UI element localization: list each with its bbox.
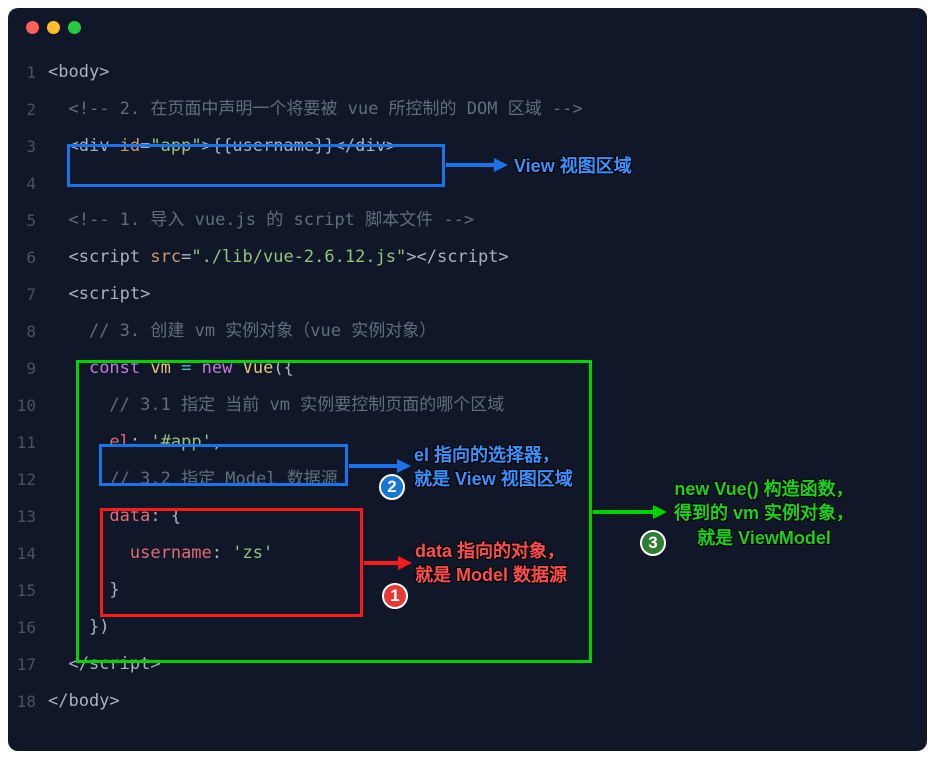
code-line: 6 <script src="./lib/vue-2.6.12.js"></sc… bbox=[8, 239, 927, 276]
line-number: 16 bbox=[8, 609, 48, 646]
code-line: 18 </body> bbox=[8, 683, 927, 720]
comment: <!-- 2. 在页面中声明一个将要被 vue 所控制的 DOM 区域 --> bbox=[68, 99, 582, 119]
line-number: 8 bbox=[8, 313, 48, 350]
line-number: 6 bbox=[8, 239, 48, 276]
code-line: 2 <!-- 2. 在页面中声明一个将要被 vue 所控制的 DOM 区域 --… bbox=[8, 91, 927, 128]
comment: // 3.1 指定 当前 vm 实例要控制页面的哪个区域 bbox=[109, 395, 504, 415]
code-line: 5 <!-- 1. 导入 vue.js 的 script 脚本文件 --> bbox=[8, 202, 927, 239]
line-number: 3 bbox=[8, 128, 48, 165]
line-number: 15 bbox=[8, 572, 48, 609]
badge-three: 3 bbox=[640, 530, 666, 556]
code-line: 7 <script> bbox=[8, 276, 927, 313]
line-number: 18 bbox=[8, 683, 48, 720]
line-number: 9 bbox=[8, 350, 48, 387]
zoom-icon[interactable] bbox=[68, 21, 81, 34]
line-number: 5 bbox=[8, 202, 48, 239]
code-line: 3 <div id="app">{{username}}</div> bbox=[8, 128, 927, 165]
line-number: 11 bbox=[8, 424, 48, 461]
badge-one: 1 bbox=[382, 583, 408, 609]
line-number: 4 bbox=[8, 165, 48, 202]
line-number: 10 bbox=[8, 387, 48, 424]
code-line: 10 // 3.1 指定 当前 vm 实例要控制页面的哪个区域 bbox=[8, 387, 927, 424]
code-line: 1 <body> bbox=[8, 54, 927, 91]
line-number: 1 bbox=[8, 54, 48, 91]
label-viewmodel: new Vue() 构造函数， 得到的 vm 实例对象， 就是 ViewMode… bbox=[674, 477, 854, 550]
comment: <!-- 1. 导入 vue.js 的 script 脚本文件 --> bbox=[68, 210, 474, 230]
code-line: 4 bbox=[8, 165, 927, 202]
line-number: 13 bbox=[8, 498, 48, 535]
comment: // 3. 创建 vm 实例对象（vue 实例对象） bbox=[89, 321, 436, 341]
line-number: 2 bbox=[8, 91, 48, 128]
code-line: 8 // 3. 创建 vm 实例对象（vue 实例对象） bbox=[8, 313, 927, 350]
badge-two: 2 bbox=[379, 474, 405, 500]
line-number: 17 bbox=[8, 646, 48, 683]
code-line: 9 const vm = new Vue({ bbox=[8, 350, 927, 387]
code-line: 16 }) bbox=[8, 609, 927, 646]
label-data: data 指向的对象， 就是 Model 数据源 bbox=[415, 539, 567, 588]
code-editor: 1 <body> 2 <!-- 2. 在页面中声明一个将要被 vue 所控制的 … bbox=[8, 46, 927, 720]
minimize-icon[interactable] bbox=[47, 21, 60, 34]
line-number: 7 bbox=[8, 276, 48, 313]
code-window: 1 <body> 2 <!-- 2. 在页面中声明一个将要被 vue 所控制的 … bbox=[8, 8, 927, 751]
macos-titlebar bbox=[8, 8, 927, 46]
label-view: View 视图区域 bbox=[514, 154, 632, 178]
comment: // 3.2 指定 Model 数据源 bbox=[109, 469, 337, 489]
label-el: el 指向的选择器， 就是 View 视图区域 bbox=[414, 443, 573, 492]
tag-body-open: <body> bbox=[48, 62, 109, 82]
close-icon[interactable] bbox=[26, 21, 39, 34]
line-number: 12 bbox=[8, 461, 48, 498]
line-number: 14 bbox=[8, 535, 48, 572]
code-line: 17 </script> bbox=[8, 646, 927, 683]
